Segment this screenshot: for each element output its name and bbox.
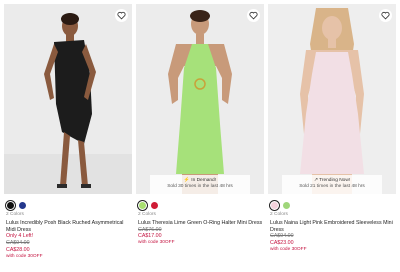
swatch-black[interactable] [6,200,15,210]
hair [61,13,79,25]
stock-note: Only 4 Left! [6,233,34,240]
sale-price: CA$23.00 [270,240,294,247]
hair [190,10,210,22]
shoe-left [57,184,67,188]
product-image[interactable]: ⚡ In Demand! Sold 30 times in the last 4… [136,4,264,194]
trending-icon: ↗ [313,178,318,183]
original-price: CA$94.00 [270,233,294,240]
product-info: 2 Colors Lulus Naina Light Pink Embroide… [270,212,396,254]
trending-badge: ↗ Trending Now! Sold 21 times in the las… [282,175,382,194]
original-price: CA$94.00 [6,240,30,247]
promo-code: with code 30OFF [6,253,43,259]
promo-code: with code 30OFF [270,246,307,252]
wishlist-button[interactable] [115,9,128,22]
original-price: CA$76.00 [138,226,162,233]
neck [328,38,336,48]
product-image[interactable]: ↗ Trending Now! Sold 21 times in the las… [268,4,396,194]
product-info: 2 Colors Lulus Incredibly Posh Black Ruc… [6,212,132,261]
product-name-link[interactable]: Lulus Naina Light Pink Embroidered Sleev… [270,220,396,234]
neck [196,34,204,44]
badge-subtitle: Sold 30 times in the last 48 hrs [167,184,233,189]
swatch-green[interactable] [282,200,291,210]
wishlist-button[interactable] [247,9,260,22]
wishlist-button[interactable] [379,9,392,22]
product-card[interactable]: ↗ Trending Now! Sold 21 times in the las… [268,4,396,272]
heart-icon [117,11,126,20]
swatch-light-pink[interactable] [270,200,279,210]
product-info: 2 Colors Lulus Theresia Lime Green O-Rin… [138,212,264,247]
product-grid: 2 Colors Lulus Incredibly Posh Black Ruc… [0,0,400,272]
promo-code: with code 30OFF [138,240,175,246]
colors-count: 2 Colors [270,212,288,217]
lightning-icon: ⚡ [183,178,190,183]
product-name-link[interactable]: Lulus Incredibly Posh Black Ruched Asymm… [6,220,132,234]
shoe-right [81,184,91,188]
colors-count: 2 Colors [6,212,24,217]
swatch-red[interactable] [150,200,159,210]
swatch-lime[interactable] [138,200,147,210]
color-swatches [270,200,291,210]
heart-icon [249,11,258,20]
model-photo [4,4,132,194]
color-swatches [6,200,27,210]
product-name-link[interactable]: Lulus Theresia Lime Green O-Ring Halter … [138,220,264,227]
demand-badge: ⚡ In Demand! Sold 30 times in the last 4… [150,175,250,194]
swatch-navy[interactable] [18,200,27,210]
model-photo [136,4,264,194]
product-card[interactable]: ⚡ In Demand! Sold 30 times in the last 4… [136,4,264,272]
model-photo [268,4,396,194]
head [322,16,342,40]
colors-count: 2 Colors [138,212,156,217]
product-image[interactable] [4,4,132,194]
color-swatches [138,200,159,210]
sale-price: CA$28.00 [6,246,30,253]
badge-subtitle: Sold 21 times in the last 48 hrs [299,184,365,189]
heart-icon [381,11,390,20]
product-card[interactable]: 2 Colors Lulus Incredibly Posh Black Ruc… [4,4,132,272]
